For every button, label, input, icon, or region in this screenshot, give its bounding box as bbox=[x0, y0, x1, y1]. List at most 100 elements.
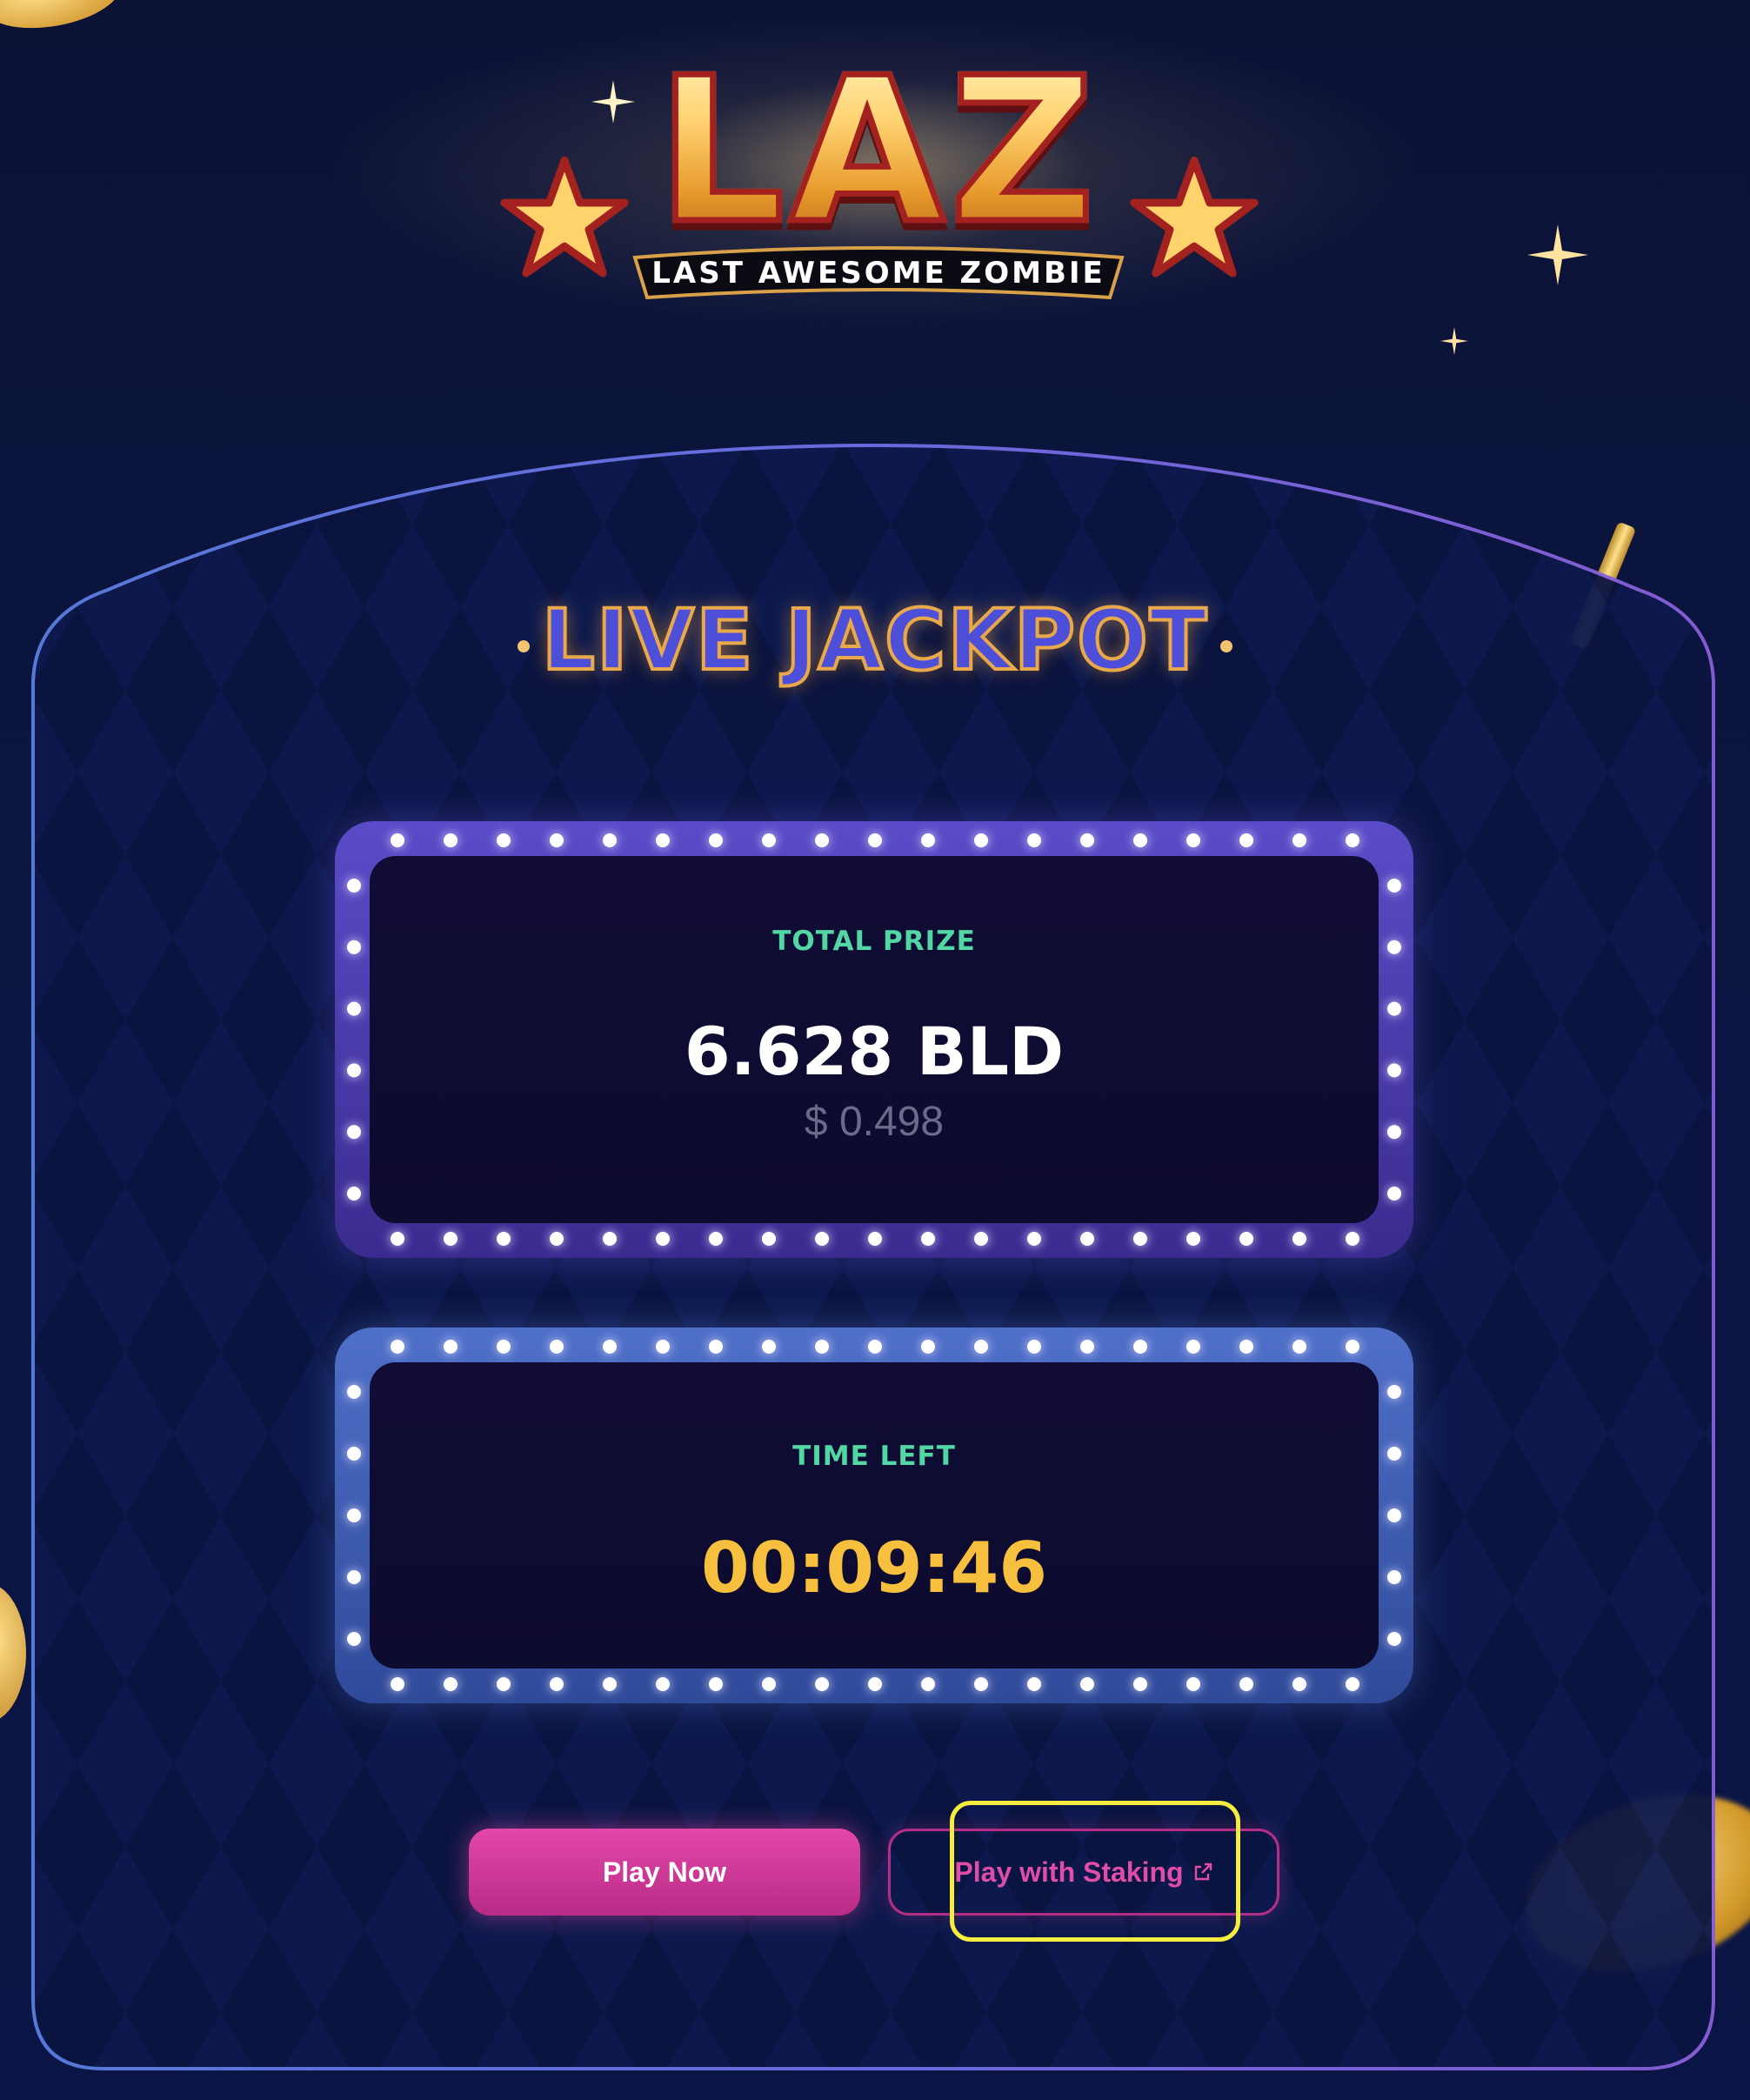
marquee-bulb bbox=[1387, 1570, 1401, 1584]
marquee-bulb bbox=[815, 833, 829, 847]
marquee-bulb bbox=[1239, 1232, 1253, 1246]
marquee-bulb bbox=[1080, 1340, 1094, 1354]
marquee-bulb bbox=[497, 833, 511, 847]
marquee-bulb bbox=[762, 1340, 776, 1354]
marquee-bulb bbox=[1239, 1340, 1253, 1354]
marquee-bulb bbox=[347, 1187, 361, 1200]
marquee-bulb bbox=[921, 1232, 935, 1246]
marquee-bulb bbox=[1346, 1677, 1359, 1691]
time-left-panel: TIME LEFT 00:09:46 bbox=[370, 1362, 1379, 1669]
marquee-bulb bbox=[1027, 1232, 1041, 1246]
marquee-bulb bbox=[497, 1340, 511, 1354]
marquee-bulb bbox=[868, 1232, 882, 1246]
marquee-bulb bbox=[347, 879, 361, 893]
total-prize-usd: $ 0.498 bbox=[804, 1099, 945, 1145]
marquee-bulb bbox=[347, 1063, 361, 1078]
marquee-bulb bbox=[444, 833, 458, 847]
marquee-bulb bbox=[656, 1232, 670, 1246]
marquee-bulb bbox=[1027, 1340, 1041, 1354]
laz-logo: LAZ LAST AWESOME ZOMBIE bbox=[487, 49, 1270, 322]
play-now-label: Play Now bbox=[602, 1856, 727, 1888]
countdown-timer: 00:09:46 bbox=[701, 1528, 1047, 1608]
marquee-bulb bbox=[1387, 1508, 1401, 1522]
marquee-bulb bbox=[1080, 1677, 1094, 1691]
marquee-bulb bbox=[391, 1340, 404, 1354]
marquee-bulb bbox=[1027, 1677, 1041, 1691]
title-dot bbox=[1220, 639, 1233, 652]
jackpot-page: LAZ LAST AWESOME ZOMBIE LIVE JACKPOT TOT… bbox=[0, 0, 1750, 2100]
marquee-bulb bbox=[1292, 833, 1306, 847]
play-with-staking-button[interactable]: Play with Staking bbox=[888, 1829, 1279, 1916]
marquee-bulb bbox=[762, 1677, 776, 1691]
marquee-bulb bbox=[656, 1677, 670, 1691]
marquee-bulb bbox=[1239, 1677, 1253, 1691]
play-now-button[interactable]: Play Now bbox=[469, 1829, 860, 1916]
marquee-bulb bbox=[550, 1340, 564, 1354]
marquee-bulb bbox=[974, 833, 988, 847]
gold-coin-decoration bbox=[0, 1583, 26, 1722]
marquee-bulb bbox=[868, 1340, 882, 1354]
marquee-bulb bbox=[347, 1447, 361, 1461]
marquee-bulb bbox=[868, 1677, 882, 1691]
total-prize-label: TOTAL PRIZE bbox=[772, 926, 976, 957]
marquee-bulb bbox=[444, 1340, 458, 1354]
marquee-bulb bbox=[1239, 833, 1253, 847]
marquee-bulb bbox=[550, 1232, 564, 1246]
marquee-bulb bbox=[1292, 1340, 1306, 1354]
live-jackpot-text: LIVE JACKPOT bbox=[540, 590, 1209, 691]
marquee-bulb bbox=[709, 833, 723, 847]
marquee-bulb bbox=[391, 833, 404, 847]
logo-wordmark: LAZ bbox=[487, 49, 1270, 255]
external-link-icon bbox=[1194, 1863, 1212, 1881]
marquee-bulb bbox=[974, 1232, 988, 1246]
marquee-bulb bbox=[347, 1125, 361, 1140]
marquee-bulb bbox=[921, 833, 935, 847]
marquee-bulb bbox=[656, 1340, 670, 1354]
marquee-bulb bbox=[815, 1677, 829, 1691]
total-prize-amount: 6.628 BLD bbox=[684, 1013, 1065, 1090]
marquee-bulb bbox=[1080, 833, 1094, 847]
marquee-bulb bbox=[391, 1232, 404, 1246]
marquee-bulb bbox=[444, 1677, 458, 1691]
marquee-bulb bbox=[1387, 1125, 1401, 1140]
marquee-bulb bbox=[444, 1232, 458, 1246]
marquee-bulb bbox=[1387, 1385, 1401, 1399]
marquee-bulb bbox=[347, 1385, 361, 1399]
gold-coin-decoration bbox=[0, 0, 126, 38]
marquee-bulb bbox=[550, 1677, 564, 1691]
marquee-bulb bbox=[1133, 1677, 1147, 1691]
marquee-bulb bbox=[1186, 1340, 1200, 1354]
marquee-bulb bbox=[1387, 940, 1401, 954]
time-left-label: TIME LEFT bbox=[792, 1441, 956, 1472]
marquee-bulb bbox=[974, 1340, 988, 1354]
title-dot bbox=[517, 639, 530, 652]
marquee-bulb bbox=[762, 1232, 776, 1246]
marquee-bulb bbox=[921, 1340, 935, 1354]
marquee-bulb bbox=[1387, 879, 1401, 893]
logo-banner: LAST AWESOME ZOMBIE bbox=[626, 244, 1131, 306]
play-with-staking-label: Play with Staking bbox=[954, 1856, 1184, 1888]
marquee-bulb bbox=[762, 833, 776, 847]
marquee-bulb bbox=[1346, 1340, 1359, 1354]
marquee-bulb bbox=[815, 1232, 829, 1246]
marquee-bulb bbox=[709, 1340, 723, 1354]
sparkle-icon bbox=[1527, 224, 1588, 285]
marquee-bulb bbox=[1387, 1063, 1401, 1078]
marquee-bulb bbox=[1346, 1232, 1359, 1246]
marquee-bulb bbox=[656, 833, 670, 847]
marquee-bulb bbox=[1292, 1232, 1306, 1246]
marquee-bulb bbox=[1133, 1232, 1147, 1246]
marquee-bulb bbox=[550, 833, 564, 847]
marquee-bulb bbox=[347, 1632, 361, 1646]
marquee-bulb bbox=[391, 1677, 404, 1691]
time-left-marquee: TIME LEFT 00:09:46 bbox=[335, 1328, 1413, 1703]
marquee-bulb bbox=[347, 940, 361, 954]
total-prize-panel: TOTAL PRIZE 6.628 BLD $ 0.498 bbox=[370, 856, 1379, 1223]
logo-tagline: LAST AWESOME ZOMBIE bbox=[651, 256, 1105, 291]
marquee-bulb bbox=[1080, 1232, 1094, 1246]
marquee-bulb bbox=[497, 1232, 511, 1246]
marquee-bulb bbox=[974, 1677, 988, 1691]
marquee-bulb bbox=[1387, 1632, 1401, 1646]
live-jackpot-title: LIVE JACKPOT bbox=[0, 590, 1750, 691]
marquee-bulb bbox=[603, 833, 617, 847]
